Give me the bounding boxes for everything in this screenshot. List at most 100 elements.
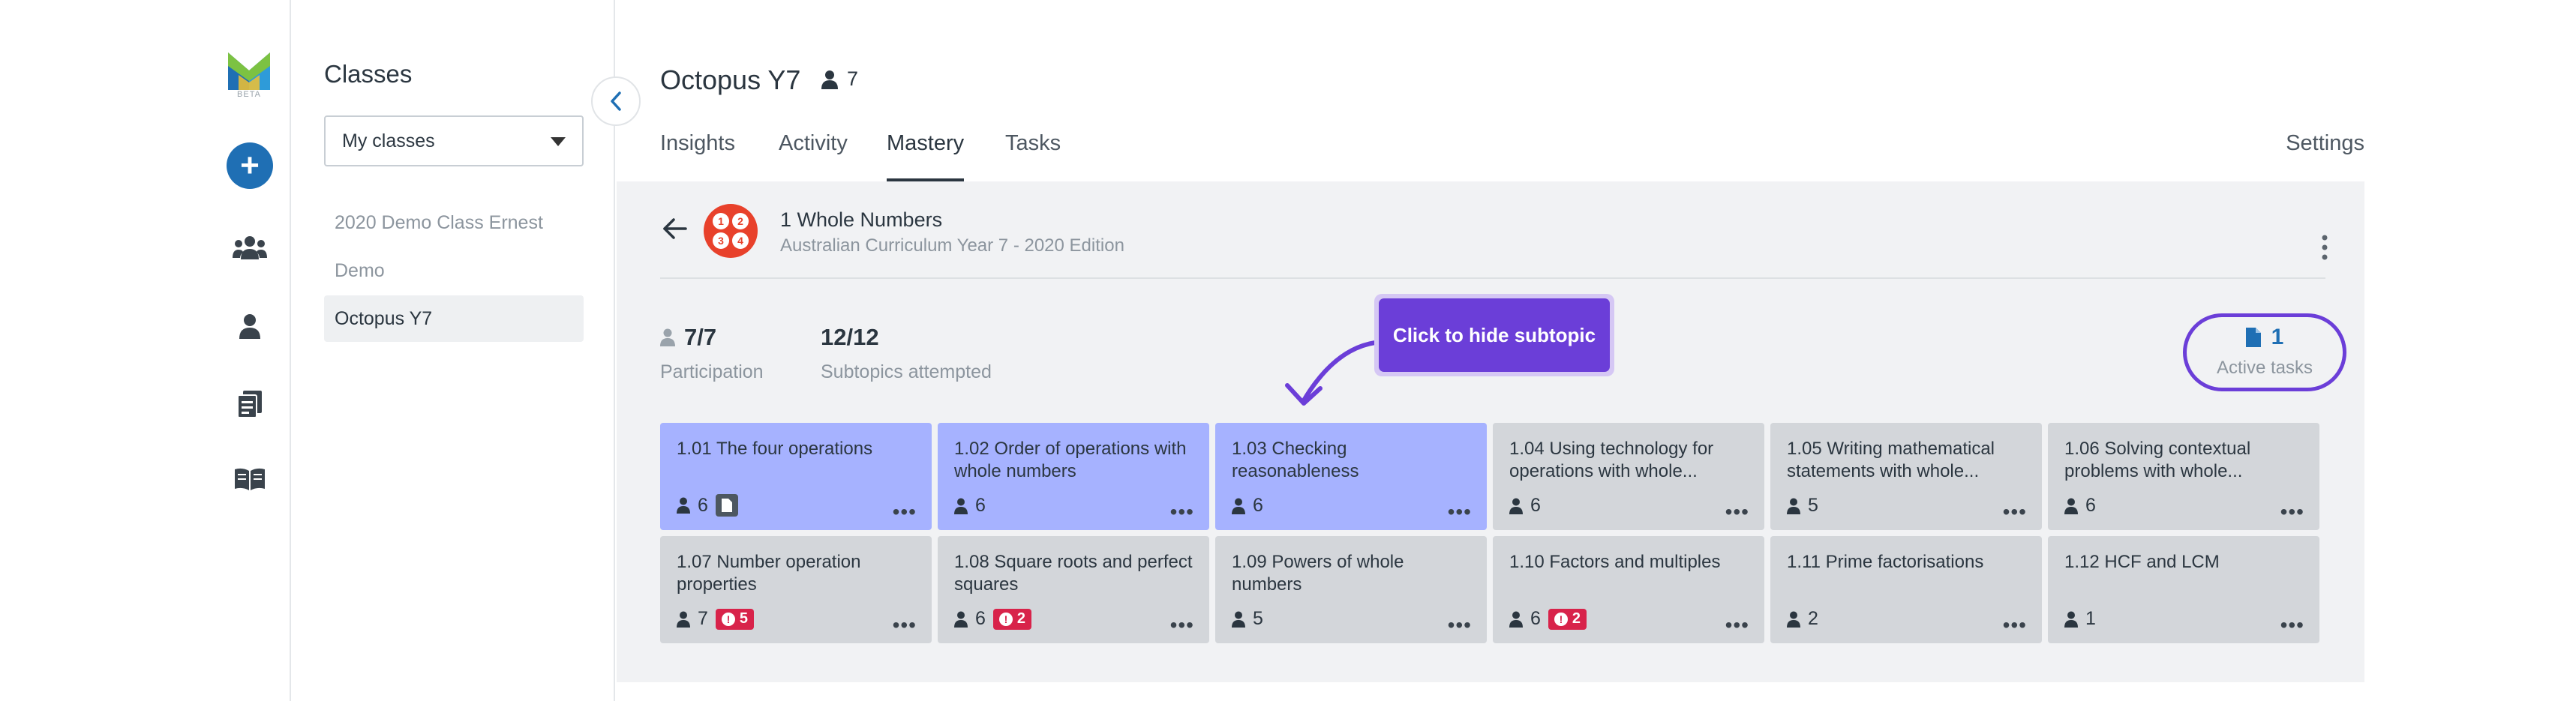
subtopic-title: 1.11 Prime factorisations — [1787, 552, 1984, 572]
active-tasks-value: 1 — [2271, 325, 2284, 349]
subtopic-student-count: 1 — [2085, 608, 2096, 629]
subtopic-title: 1.10 Factors and multiples — [1509, 552, 1721, 572]
more-options-icon[interactable]: ••• — [1448, 615, 1472, 636]
attempted-label: Subtopics attempted — [821, 361, 992, 382]
user-icon — [239, 314, 260, 339]
subtopic-title: 1.04 Using technology for operations wit… — [1509, 439, 1714, 481]
user-icon — [677, 497, 690, 514]
subtopic-grid: 1.01 The four operations 6 ••• 1.02 Order o… — [660, 423, 2327, 643]
student-count: 7 — [821, 67, 858, 91]
subtopic-card[interactable]: 1.02 Order of operations with whole numb… — [938, 423, 1209, 530]
settings-link[interactable]: Settings — [2286, 129, 2364, 181]
warning-count: 2 — [1572, 610, 1581, 627]
subtopic-footer: 5 — [1232, 608, 1263, 630]
more-options-icon[interactable]: ••• — [1725, 502, 1749, 523]
subtopic-footer: 6 — [954, 495, 986, 517]
subtopic-card[interactable]: 1.10 Factors and multiples 6! 2 ••• — [1493, 536, 1764, 643]
student-count-value: 7 — [847, 67, 859, 90]
hide-subtopic-tooltip: Click to hide subtopic — [1374, 294, 1614, 376]
subtopic-card[interactable]: 1.06 Solving contextual problems with wh… — [2048, 423, 2319, 530]
badge-digit: 3 — [713, 232, 729, 249]
tab-insights[interactable]: Insights — [660, 129, 735, 181]
mastery-content: 1 2 3 4 1 Whole Numbers Australian Curri… — [617, 181, 2364, 682]
more-options-icon[interactable]: ••• — [2003, 502, 2027, 523]
subtopic-student-count: 6 — [698, 494, 708, 516]
badge-digit: 4 — [732, 232, 749, 249]
classes-heading: Classes — [324, 60, 413, 88]
subtopic-title: 1.07 Number operation properties — [677, 552, 861, 595]
subtopic-title: 1.08 Square roots and perfect squares — [954, 552, 1193, 595]
subtopic-footer: 6! 2 — [954, 608, 1032, 630]
subtopic-footer: 2 — [1787, 608, 1818, 630]
subtopic-footer: 6! 2 — [1509, 608, 1587, 630]
subtopic-card[interactable]: 1.12 HCF and LCM 1 ••• — [2048, 536, 2319, 643]
tab-activity[interactable]: Activity — [779, 129, 848, 181]
subtopic-footer: 6 — [1232, 495, 1263, 517]
subtopic-student-count: 5 — [1808, 495, 1818, 516]
subtopic-title: 1.12 HCF and LCM — [2064, 552, 2220, 572]
warning-badge: ! 2 — [992, 608, 1032, 630]
subtopic-student-count: 6 — [1253, 495, 1263, 516]
subtopic-card[interactable]: 1.09 Powers of whole numbers 5 ••• — [1215, 536, 1487, 643]
subtopic-student-count: 6 — [1530, 608, 1541, 629]
subtopic-card[interactable]: 1.04 Using technology for operations wit… — [1493, 423, 1764, 530]
classes-icon — [233, 236, 267, 259]
user-icon — [2064, 611, 2078, 628]
tasks-nav-button[interactable] — [227, 381, 273, 427]
more-options-icon[interactable]: ••• — [1170, 615, 1194, 636]
more-options-icon[interactable]: ••• — [893, 615, 917, 636]
subtopic-student-count: 6 — [2085, 495, 2096, 516]
subtopic-student-count: 6 — [975, 608, 986, 629]
profile-nav-button[interactable] — [227, 303, 273, 349]
subtopic-card[interactable]: 1.11 Prime factorisations 2 ••• — [1770, 536, 2042, 643]
classes-nav-button[interactable] — [227, 225, 273, 271]
logo-beta-label: BETA — [237, 90, 261, 99]
more-options-icon[interactable]: ••• — [2280, 502, 2304, 523]
tab-tasks[interactable]: Tasks — [1005, 129, 1061, 181]
subtopic-card[interactable]: 1.03 Checking reasonableness 6 ••• — [1215, 423, 1487, 530]
subtopic-title: 1.03 Checking reasonableness — [1232, 439, 1359, 481]
more-options-icon[interactable]: ••• — [1448, 502, 1472, 523]
subtopic-title: 1.06 Solving contextual problems with wh… — [2064, 439, 2251, 481]
tooltip-arrow-icon — [1285, 340, 1384, 406]
user-icon — [1787, 611, 1800, 628]
user-icon — [954, 611, 968, 628]
participation-stat: 7/7 Participation — [660, 324, 764, 383]
tab-mastery[interactable]: Mastery — [887, 129, 965, 181]
badge-digit: 1 — [713, 213, 729, 229]
add-button[interactable]: + — [227, 142, 273, 189]
subtopics-attempted-stat: 12/12 Subtopics attempted — [821, 324, 992, 383]
document-icon — [2245, 328, 2261, 347]
kebab-menu-icon[interactable] — [2321, 234, 2328, 261]
library-nav-button[interactable] — [227, 456, 273, 502]
class-item-octopus-y7[interactable]: Octopus Y7 — [324, 295, 584, 342]
user-icon — [2064, 498, 2078, 514]
user-icon — [954, 498, 968, 514]
class-item-2020-demo[interactable]: 2020 Demo Class Ernest — [324, 199, 584, 246]
subtopic-student-count: 6 — [975, 495, 986, 516]
subtopic-card[interactable]: 1.08 Square roots and perfect squares 6! 2… — [938, 536, 1209, 643]
warning-count: 2 — [1016, 610, 1026, 627]
divider — [660, 277, 2325, 279]
subtopic-card[interactable]: 1.05 Writing mathematical statements wit… — [1770, 423, 2042, 530]
more-options-icon[interactable]: ••• — [2003, 615, 2027, 636]
badge-digit: 2 — [732, 213, 749, 229]
classes-panel: Classes My classes 2020 Demo Class Ernes… — [291, 0, 615, 701]
more-options-icon[interactable]: ••• — [1725, 615, 1749, 636]
user-icon — [1232, 611, 1245, 628]
more-options-icon[interactable]: ••• — [893, 502, 917, 523]
subtopic-card[interactable]: 1.01 The four operations 6 ••• — [660, 423, 932, 530]
more-options-icon[interactable]: ••• — [1170, 502, 1194, 523]
class-filter-select[interactable]: My classes — [324, 115, 584, 166]
book-icon — [235, 468, 265, 490]
warning-badge: ! 5 — [715, 608, 755, 630]
app-logo[interactable]: BETA — [228, 52, 270, 102]
tasks-icon — [238, 391, 262, 418]
subtopic-card[interactable]: 1.07 Number operation properties 7! 5 ••• — [660, 536, 932, 643]
alert-icon: ! — [998, 612, 1013, 626]
active-tasks-stat[interactable]: 1 Active tasks — [2183, 313, 2346, 391]
class-item-demo[interactable]: Demo — [324, 247, 584, 294]
back-arrow-icon[interactable] — [660, 214, 690, 244]
more-options-icon[interactable]: ••• — [2280, 615, 2304, 636]
topic-title: 1 Whole Numbers — [780, 208, 943, 231]
